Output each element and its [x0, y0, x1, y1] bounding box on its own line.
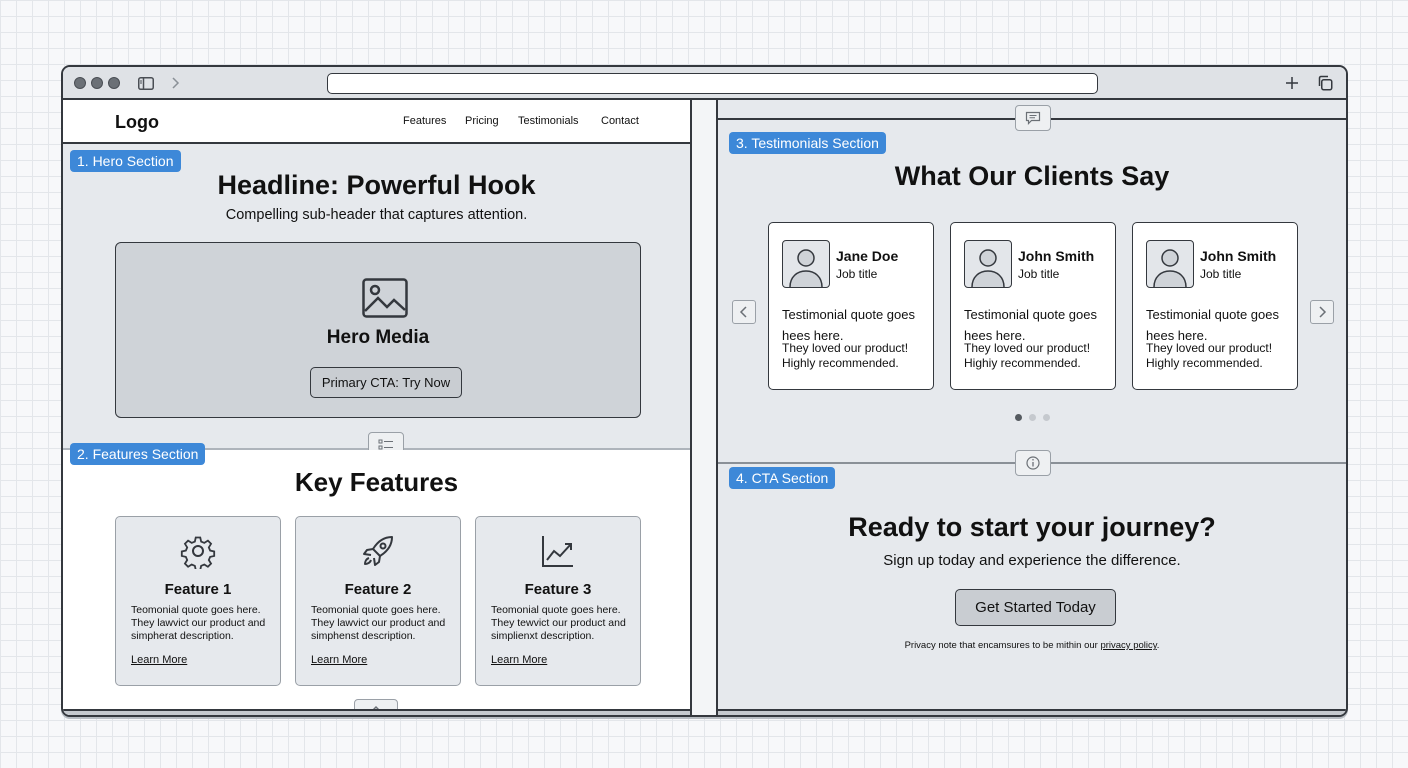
section-tag-testimonials: 3. Testimonials Section [729, 132, 886, 154]
testimonial-quote-detail: They loved our product! Highly recommend… [782, 341, 909, 370]
section-tag-cta: 4. CTA Section [729, 467, 836, 489]
window-maximize-button[interactable] [108, 77, 120, 89]
avatar [1146, 240, 1194, 288]
browser-window: Logo Features Pricing Testimonials Conta… [61, 65, 1348, 717]
avatar [782, 240, 830, 288]
gear-icon [116, 533, 280, 569]
testimonial-job-title: Job title [836, 267, 878, 281]
new-tab-icon[interactable] [1283, 74, 1301, 92]
sidebar-toggle-icon[interactable] [137, 74, 155, 92]
feature-card: Feature 1 Teomonial quote goes here. The… [115, 516, 281, 686]
rocket-icon [296, 533, 460, 569]
privacy-note: Privacy note that encamsures to be mithi… [718, 640, 1346, 651]
top-nav: Logo Features Pricing Testimonials Conta… [63, 100, 690, 144]
pane-gutter [692, 100, 718, 715]
feature-card: Feature 3 Teomonial quote goes here. The… [475, 516, 641, 686]
pane-bottom-edge [63, 709, 690, 715]
cta-title: Ready to start your journey? [848, 512, 1216, 542]
browser-toolbar [63, 67, 1346, 100]
privacy-policy-link[interactable]: privacy policy [1100, 640, 1156, 651]
features-title: Key Features [294, 467, 459, 497]
get-started-button[interactable]: Get Started Today [955, 589, 1116, 626]
carousel-prev-button[interactable] [732, 300, 756, 324]
carousel-dot[interactable] [1043, 414, 1050, 421]
window-minimize-button[interactable] [91, 77, 103, 89]
testimonial-quote-detail: They loved our product! Highly recommend… [1146, 341, 1273, 370]
image-icon [362, 278, 408, 323]
hero-headline: Headline: Powerful Hook [217, 170, 536, 200]
carousel-next-button[interactable] [1310, 300, 1334, 324]
testimonial-quote-detail: They loved our product! Highiy recommend… [964, 341, 1091, 370]
learn-more-link[interactable]: Learn More [311, 654, 367, 666]
privacy-note-text: Privacy note that encamsures to be mithi… [904, 640, 1101, 651]
carousel-dot-active[interactable] [1015, 414, 1022, 421]
testimonial-job-title: Job title [1200, 267, 1242, 281]
testimonial-name: Jane Doe [836, 248, 899, 264]
learn-more-link[interactable]: Learn More [131, 654, 187, 666]
features-section: 2. Features Section Key Features Feature… [63, 443, 690, 715]
nav-link-pricing[interactable]: Pricing [465, 115, 499, 127]
testimonial-card: John Smith Job title Testimonial quote g… [950, 222, 1116, 390]
tabs-overview-icon[interactable] [1316, 74, 1334, 92]
feature-title: Feature 1 [164, 581, 232, 598]
testimonial-quote: Testimonial quote goes hees here. [964, 307, 1097, 343]
feature-card: Feature 2 Teomonial quote goes here. The… [295, 516, 461, 686]
pane-bottom-edge [718, 709, 1346, 715]
chart-trend-icon [476, 533, 640, 569]
testimonial-quote: Testimonial quote goes hees here. [1146, 307, 1279, 343]
hero-media-placeholder: Hero Media Primary CTA: Try Now [115, 242, 641, 418]
address-bar[interactable] [327, 73, 1098, 94]
testimonial-job-title: Job title [1018, 267, 1060, 281]
feature-title: Feature 2 [344, 581, 412, 598]
avatar [964, 240, 1012, 288]
section-tag-features: 2. Features Section [70, 443, 206, 465]
testimonial-card: John Smith Job title Testimonial quote g… [1132, 222, 1298, 390]
carousel-dot[interactable] [1029, 414, 1036, 421]
section-tag-hero: 1. Hero Section [70, 150, 181, 172]
hero-section: 1. Hero Section Headline: Powerful Hook … [63, 144, 690, 450]
testimonial-card: Jane Doe Job title Testimonial quote goe… [768, 222, 934, 390]
feature-description: Teomonial quote goes here. They lawvict … [311, 604, 446, 642]
nav-link-contact[interactable]: Contact [601, 115, 639, 127]
right-page-pane: 3. Testimonials Section What Our Clients… [718, 100, 1346, 715]
cta-section-handle[interactable] [1015, 450, 1051, 476]
primary-cta-button[interactable]: Primary CTA: Try Now [310, 367, 462, 398]
testimonials-section-handle[interactable] [1015, 105, 1051, 131]
nav-link-features[interactable]: Features [403, 115, 446, 127]
logo[interactable]: Logo [115, 112, 159, 133]
hero-media-label: Hero Media [326, 327, 430, 348]
testimonial-name: John Smith [1200, 248, 1277, 264]
learn-more-link[interactable]: Learn More [491, 654, 547, 666]
feature-description: Teomonial quote goes here. They tewvict … [491, 604, 626, 642]
privacy-note-end: . [1156, 640, 1160, 651]
feature-description: Teomonial quote goes here. They lawvict … [131, 604, 266, 642]
window-close-button[interactable] [74, 77, 86, 89]
testimonial-name: John Smith [1018, 248, 1095, 264]
left-page-pane: Logo Features Pricing Testimonials Conta… [63, 100, 692, 715]
hero-subheader: Compelling sub-header that captures atte… [225, 207, 528, 223]
cta-subtitle: Sign up today and experience the differe… [883, 552, 1181, 569]
feature-title: Feature 3 [524, 581, 592, 598]
nav-link-testimonials[interactable]: Testimonials [518, 115, 579, 127]
testimonials-title: What Our Clients Say [894, 161, 1170, 191]
chevron-right-icon[interactable] [166, 74, 184, 92]
testimonial-quote: Testimonial quote goes hees here. [782, 307, 915, 343]
